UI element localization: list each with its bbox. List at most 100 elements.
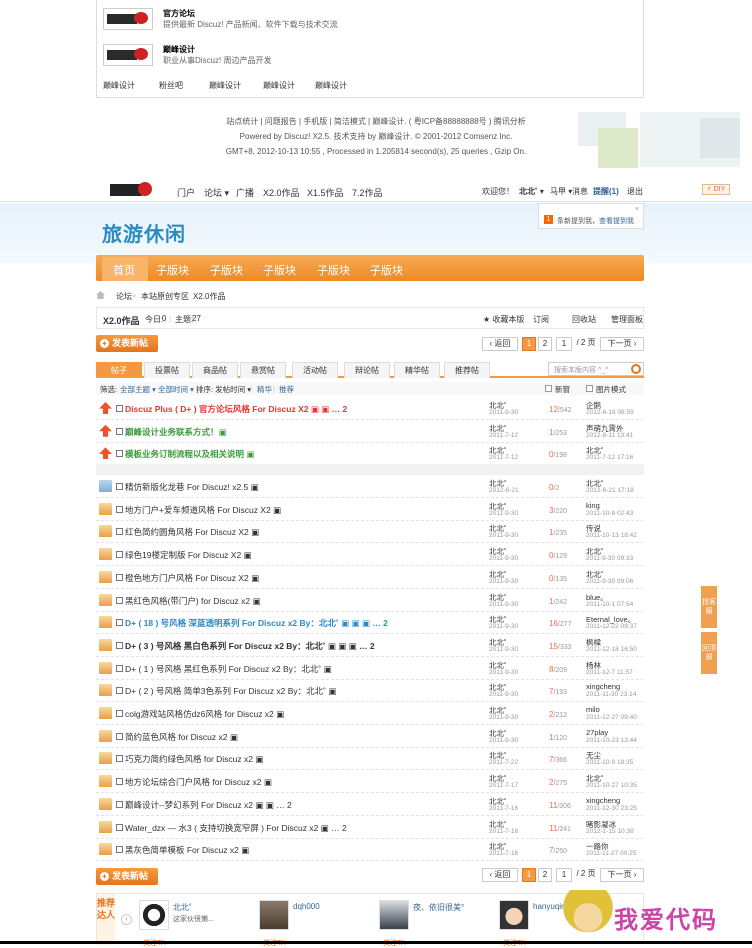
thread-checkbox[interactable] bbox=[116, 823, 123, 831]
tab-item[interactable]: 推荐帖 bbox=[444, 362, 490, 378]
last-post-date[interactable]: 2011-12-7 11:57 bbox=[586, 669, 633, 676]
diy-button[interactable]: ⚡ DIY bbox=[702, 184, 730, 195]
thread-checkbox[interactable] bbox=[116, 687, 123, 695]
last-post-date[interactable]: 2011-9-30 09:06 bbox=[586, 578, 633, 585]
thread-checkbox[interactable] bbox=[116, 778, 123, 786]
thread-row[interactable]: 黑灰色简单模板 For Discuz x2 ▣ 北北˚ 2011-7-16 7/250… bbox=[96, 839, 644, 862]
last-poster[interactable]: 27play bbox=[586, 728, 608, 737]
thread-row[interactable]: 巧克力简约绿色风格 for Discuz x2 ▣ 北北˚ 2011-7-22 7/3… bbox=[96, 748, 644, 771]
thread-title[interactable]: 地方论坛综合门户风格 for Discuz x2 ▣ bbox=[125, 776, 272, 788]
last-poster[interactable]: xingcheng bbox=[586, 796, 620, 805]
thread-row[interactable]: D+ ( 2 ) 号风格 简单3色系列 For Discuz x2 By：北北˚… bbox=[96, 680, 644, 703]
thread-title[interactable]: D+ ( 2 ) 号风格 简单3色系列 For Discuz x2 By：北北˚… bbox=[125, 685, 336, 697]
thread-row[interactable]: D+ ( 3 ) 号风格 黑白色系列 For Discuz x2 By：北北˚ … bbox=[96, 635, 644, 657]
thread-row[interactable]: 巅峰设计业务联系方式！▣ 北北˚ 2011-7-12 1/253 声萌九霄外 2012-8… bbox=[96, 421, 644, 443]
avatar[interactable] bbox=[259, 900, 289, 930]
last-post-date[interactable]: 2012-1-15 10:38 bbox=[586, 828, 634, 835]
thread-title[interactable]: 黑红色风格(带门户) for Discuz x2 ▣ bbox=[125, 595, 261, 607]
thread-checkbox[interactable] bbox=[116, 528, 123, 536]
thread-row[interactable]: 模板业务订制流程以及相关说明 ▣ 北北˚ 2011-7-12 0/198 北北˚ 2011… bbox=[96, 443, 644, 466]
thread-checkbox[interactable] bbox=[116, 450, 123, 458]
last-post-date[interactable]: 2011-11-30 23:14 bbox=[586, 691, 636, 698]
close-icon[interactable]: × bbox=[635, 206, 639, 213]
last-poster[interactable]: king bbox=[586, 501, 600, 510]
pager-next[interactable]: 下一页 › bbox=[600, 337, 644, 351]
thread-checkbox[interactable] bbox=[116, 846, 123, 854]
friend-title[interactable]: 巅峰设计 bbox=[163, 44, 195, 55]
subnav-item[interactable]: 子版块 bbox=[263, 262, 296, 278]
tab-item[interactable]: 辩论帖 bbox=[344, 362, 390, 378]
subnav-item[interactable]: 子版块 bbox=[370, 262, 403, 278]
last-poster[interactable]: xingcheng bbox=[586, 682, 620, 691]
subnav-item[interactable]: 子版块 bbox=[317, 262, 350, 278]
forum-search-input[interactable]: 搜索本版内容 ^_^ bbox=[548, 362, 644, 376]
new-post-button-bottom[interactable]: + 发表新帖 bbox=[96, 868, 158, 885]
tab-item[interactable]: 商品帖 bbox=[192, 362, 238, 378]
thread-row[interactable]: 黑红色风格(带门户) for Discuz x2 ▣ 北北˚ 2011-9-30 1/… bbox=[96, 590, 644, 612]
pager-page[interactable]: 2 bbox=[538, 868, 552, 882]
nav-item[interactable]: X2.0作品 bbox=[263, 186, 300, 199]
home-icon[interactable] bbox=[96, 291, 105, 299]
friend-title[interactable]: 官方论坛 bbox=[163, 8, 195, 19]
text-link[interactable]: 巅峰设计 bbox=[209, 80, 241, 91]
last-post-date[interactable]: 2011-10-27 10:35 bbox=[586, 782, 637, 789]
username-menu[interactable]: 北北˚ ▾ bbox=[519, 186, 544, 197]
thread-checkbox[interactable] bbox=[116, 641, 123, 649]
nav-item[interactable]: 7.2作品 bbox=[352, 186, 383, 199]
last-post-date[interactable]: 2012-8-11 13:41 bbox=[586, 432, 633, 439]
pager-page[interactable]: 1 bbox=[522, 337, 536, 351]
filter-topics[interactable]: 全部主题 ▾ bbox=[120, 384, 156, 395]
thread-checkbox[interactable] bbox=[116, 573, 123, 581]
subnav-home[interactable]: 首页 bbox=[113, 262, 135, 278]
manage-button[interactable]: 管理面板 bbox=[611, 314, 643, 325]
breadcrumb-item[interactable]: 论坛 bbox=[116, 291, 132, 302]
thread-row[interactable]: Discuz Plus ( D+ ) 官方论坛风格 For Discuz X2 … bbox=[96, 398, 644, 420]
tab-item[interactable]: 投票帖 bbox=[144, 362, 190, 378]
new-window-checkbox[interactable] bbox=[545, 385, 552, 392]
thread-title[interactable]: 巅峰设计业务联系方式！▣ bbox=[125, 426, 227, 438]
thread-checkbox[interactable] bbox=[116, 755, 123, 763]
last-post-date[interactable]: 2011-9-30 09:33 bbox=[586, 555, 633, 562]
thread-title[interactable]: D+ ( 3 ) 号风格 黑白色系列 For Discuz x2 By：北北˚ … bbox=[125, 640, 375, 652]
last-post-date[interactable]: 2011-7-12 17:16 bbox=[586, 454, 633, 461]
avatar[interactable] bbox=[499, 900, 529, 930]
thread-checkbox[interactable] bbox=[116, 596, 123, 604]
thread-checkbox[interactable] bbox=[116, 619, 123, 627]
thread-row[interactable]: 红色简约圆角风格 For Discuz X2 ▣ 北北˚ 2011-9-30 1/23… bbox=[96, 521, 644, 544]
thread-row[interactable]: 橙色地方门户风格 For Discuz X2 ▣ 北北˚ 2011-9-30 0/13… bbox=[96, 567, 644, 589]
pic-mode-checkbox[interactable] bbox=[586, 385, 593, 392]
thread-checkbox[interactable] bbox=[116, 483, 123, 490]
thread-checkbox[interactable] bbox=[116, 664, 123, 672]
pager-next[interactable]: 下一页 › bbox=[600, 868, 644, 882]
pager-page[interactable]: 2 bbox=[538, 337, 552, 351]
alias-menu[interactable]: 马甲 ▾ bbox=[550, 186, 572, 197]
new-post-button[interactable]: + 发表新帖 bbox=[96, 335, 158, 352]
thread-title[interactable]: Discuz Plus ( D+ ) 官方论坛风格 For Discuz X2 … bbox=[125, 403, 347, 415]
thread-row[interactable]: 地方论坛综合门户风格 for Discuz x2 ▣ 北北˚ 2011-7-17 2/… bbox=[96, 771, 644, 794]
customer-service-button[interactable]: 找客服 bbox=[701, 586, 717, 628]
nav-item[interactable]: X1.5作品 bbox=[307, 186, 344, 199]
last-post-date[interactable]: 2011-10-23 13:44 bbox=[586, 737, 637, 744]
thread-title[interactable]: Water_dzx — 水3 ( 支持切换宽窄屏 ) For Discuz x2… bbox=[125, 822, 347, 834]
back-to-top-button[interactable]: 回顶部 bbox=[701, 632, 717, 674]
recycle-button[interactable]: 回收站 bbox=[572, 314, 596, 325]
filter-sort[interactable]: 排序: 发帖时间 ▾ bbox=[196, 384, 251, 395]
user-name[interactable]: 北北˚ bbox=[173, 902, 192, 913]
last-post-date[interactable]: 2011-10-9 18:35 bbox=[586, 759, 633, 766]
pager-input[interactable]: 1 bbox=[556, 337, 572, 351]
breadcrumb-item[interactable]: 本站原创专区 bbox=[141, 291, 189, 302]
user-name[interactable]: 夜、依旧很美° bbox=[413, 902, 464, 913]
last-post-date[interactable]: 2011-10-1 07:54 bbox=[586, 601, 633, 608]
thread-title[interactable]: 黑灰色简单模板 For Discuz x2 ▣ bbox=[125, 844, 249, 856]
text-link[interactable]: 巅峰设计 bbox=[103, 80, 135, 91]
chevron-left-icon[interactable]: ‹ bbox=[121, 914, 132, 925]
tab-posts[interactable]: 帖子 bbox=[96, 362, 142, 378]
tab-item[interactable]: 悬赏帖 bbox=[240, 362, 286, 378]
search-icon[interactable] bbox=[631, 364, 641, 374]
user-name[interactable]: dqh000 bbox=[293, 902, 320, 911]
thread-title[interactable]: 精仿新版化龙巷 For Discuz! x2.5 ▣ bbox=[125, 481, 259, 493]
thread-checkbox[interactable] bbox=[116, 710, 123, 717]
last-post-date[interactable]: 2011-11-27 00:25 bbox=[586, 850, 636, 857]
pager-input[interactable]: 1 bbox=[556, 868, 572, 882]
subnav-item[interactable]: 子版块 bbox=[210, 262, 243, 278]
